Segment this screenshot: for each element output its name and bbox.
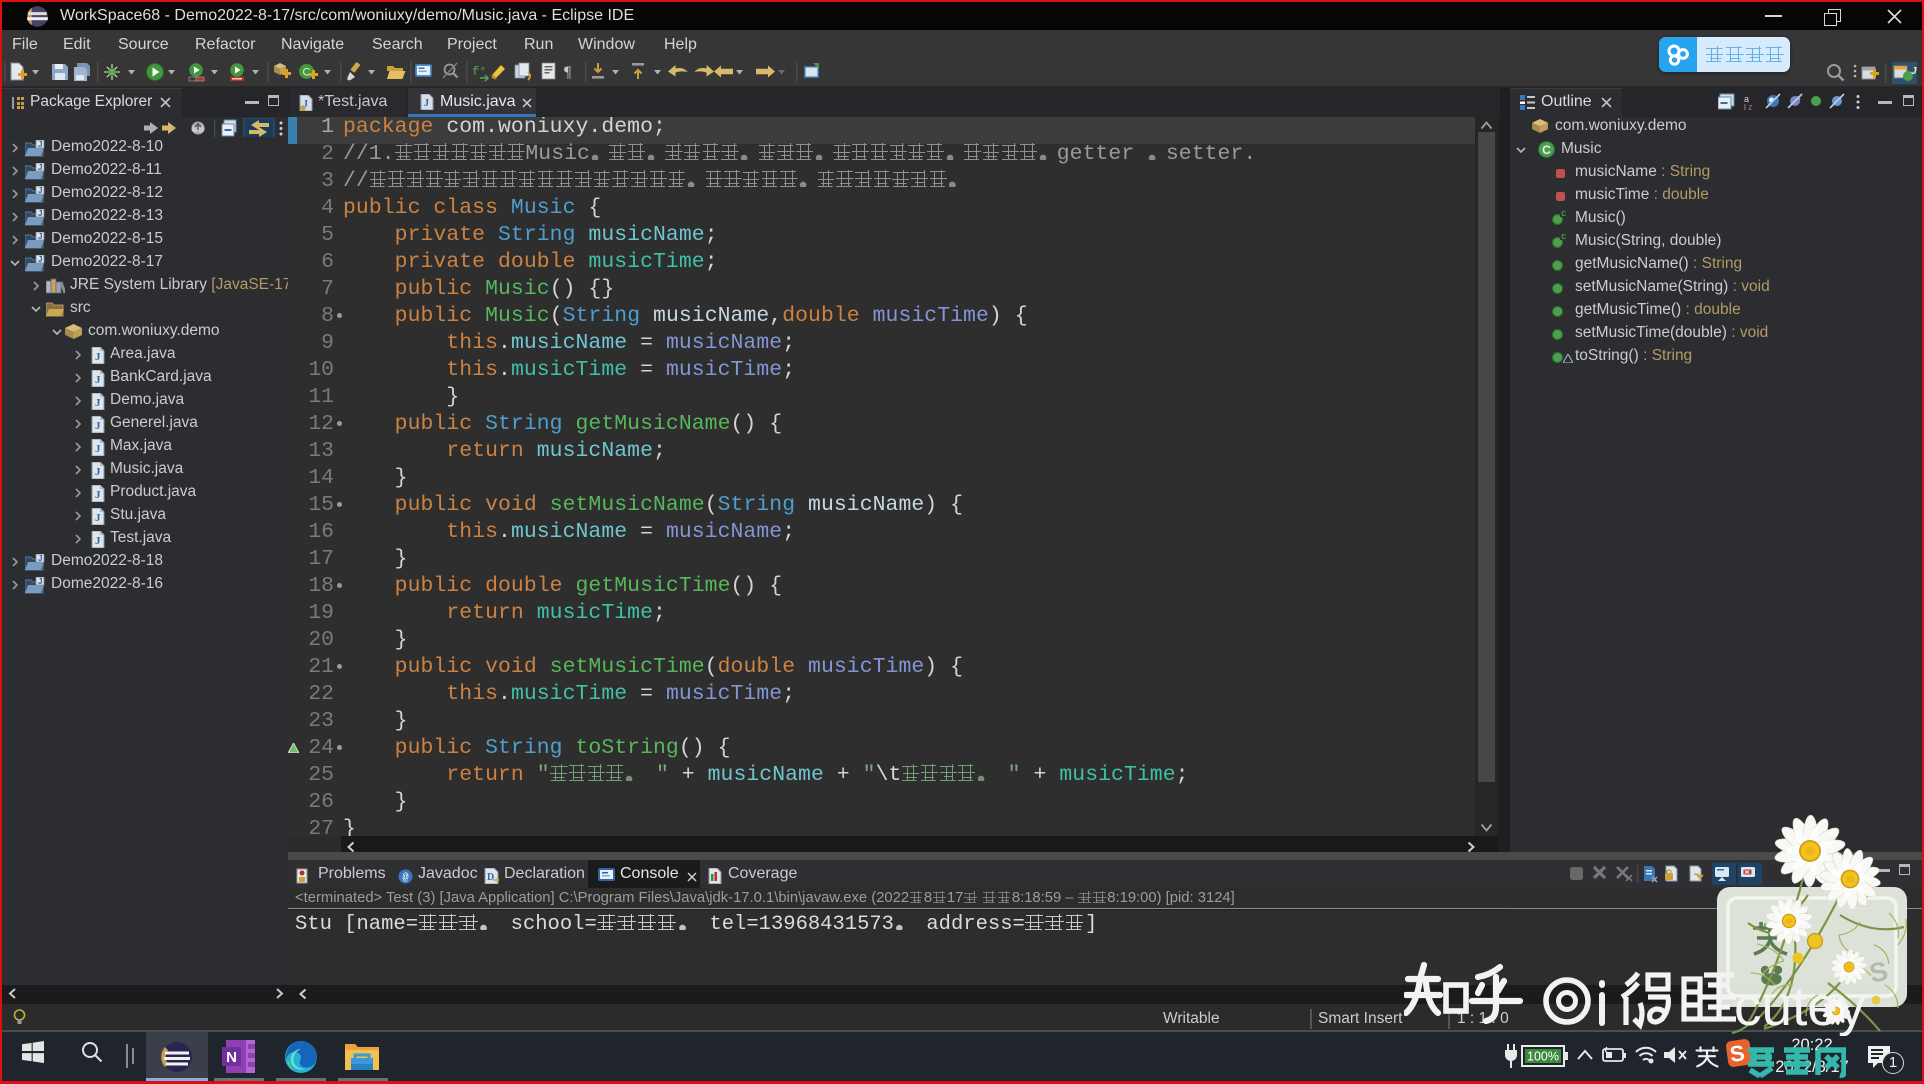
svg-text:J: J	[95, 397, 101, 409]
svg-text:¶: ¶	[564, 64, 572, 81]
svg-text:D: D	[487, 872, 494, 883]
svg-text:J: J	[38, 232, 42, 241]
svg-text:J: J	[38, 255, 42, 264]
svg-text:100%: 100%	[1527, 1050, 1559, 1064]
svg-text:N: N	[226, 1049, 237, 1066]
svg-text:J: J	[38, 577, 42, 586]
svg-text:J: J	[95, 466, 101, 478]
svg-text:J: J	[95, 512, 101, 524]
svg-text:J: J	[424, 98, 429, 109]
svg-text:J: J	[38, 554, 42, 563]
svg-text:J: J	[95, 443, 101, 455]
svg-text:J: J	[38, 140, 42, 149]
svg-text:J: J	[38, 209, 42, 218]
svg-text:c: c	[1561, 232, 1566, 241]
svg-text:J: J	[38, 186, 42, 195]
svg-text:J: J	[95, 351, 101, 363]
svg-text:J: J	[95, 374, 101, 386]
svg-text:cutey: cutey	[1734, 975, 1866, 1036]
svg-text:C: C	[1542, 143, 1551, 157]
svg-text:J: J	[95, 489, 101, 501]
svg-text:C: C	[303, 67, 311, 79]
svg-text:J: J	[95, 420, 101, 432]
svg-text:z: z	[1748, 102, 1753, 112]
svg-text:@: @	[402, 872, 408, 884]
svg-text:J: J	[1911, 66, 1917, 77]
svg-text:f°: f°	[472, 65, 486, 79]
svg-text:J: J	[38, 163, 42, 172]
svg-text:J: J	[95, 535, 101, 547]
svg-text:c: c	[1561, 209, 1566, 218]
